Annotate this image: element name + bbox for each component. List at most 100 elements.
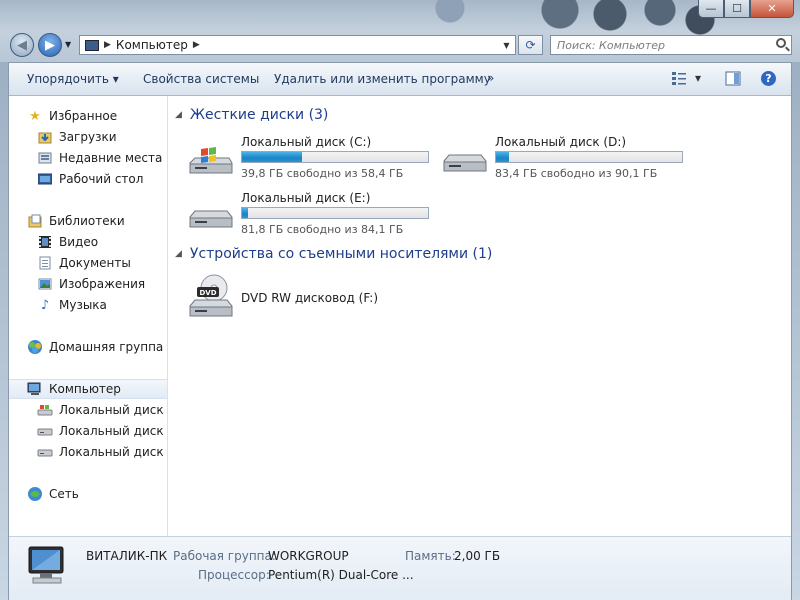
drive-c[interactable]: Локальный диск (C:) 39,8 ГБ свободно из …: [187, 135, 437, 185]
forward-button[interactable]: ▶: [38, 33, 62, 57]
drive-usage-bar: [495, 151, 683, 163]
sidebar-item-drive-c[interactable]: Локальный диск (C:): [37, 400, 167, 420]
sidebar-item-music[interactable]: ♪ Музыка: [37, 295, 107, 315]
desktop-icon: [37, 171, 53, 187]
sidebar-item-downloads[interactable]: Загрузки: [37, 127, 117, 147]
drive-e[interactable]: Локальный диск (E:) 81,8 ГБ свободно из …: [187, 191, 437, 241]
uninstall-program-button[interactable]: Удалить или изменить программу: [274, 72, 491, 86]
sidebar-item-recent-places[interactable]: Недавние места: [37, 148, 162, 168]
computer-name: ВИТАЛИК-ПК: [86, 549, 168, 563]
collapse-icon[interactable]: ◢: [175, 249, 182, 259]
drive-free-space: 83,4 ГБ свободно из 90,1 ГБ: [495, 167, 658, 180]
svg-text:DVD: DVD: [199, 289, 216, 297]
system-drive-icon: [37, 402, 53, 418]
hard-drive-icon: [189, 210, 233, 228]
drive-name: Локальный диск (C:): [241, 135, 372, 149]
help-button[interactable]: ?: [761, 71, 776, 86]
sidebar-item-label: Локальный диск (E:): [59, 445, 167, 459]
preview-pane-icon: [725, 71, 741, 86]
group-header-removable[interactable]: ◢ Устройства со съемными носителями (1): [175, 246, 492, 262]
content-frame: Упорядочить ▾ Свойства системы Удалить и…: [8, 62, 792, 600]
sidebar-item-drive-d[interactable]: Локальный диск (D:): [37, 421, 167, 441]
computer-icon: [85, 39, 99, 51]
recent-places-icon: [37, 150, 53, 166]
sidebar-item-label: Недавние места: [59, 151, 163, 165]
details-pane: ВИТАЛИК-ПК Рабочая группа: WORKGROUP Пам…: [9, 536, 791, 600]
sidebar-item-drive-e[interactable]: Локальный диск (E:): [37, 442, 167, 462]
hard-drive-icon: [443, 154, 487, 172]
preview-pane-button[interactable]: [725, 71, 741, 89]
more-commands-button[interactable]: »: [487, 71, 494, 85]
cpu-label: Процессор:: [198, 568, 270, 582]
sidebar-item-label: Видео: [59, 235, 99, 249]
dvd-drive-icon: DVD: [189, 274, 233, 317]
sidebar-item-homegroup[interactable]: Домашняя группа: [27, 337, 163, 357]
navigation-pane: ★ Избранное Загрузки Недавние места Рабо…: [9, 96, 168, 536]
help-icon: ?: [761, 71, 776, 86]
workgroup-label: Рабочая группа:: [173, 549, 276, 563]
drive-name: DVD RW дисковод (F:): [241, 291, 379, 305]
recent-pages-dropdown[interactable]: ▼: [65, 40, 71, 49]
computer-icon: [27, 381, 43, 397]
sidebar-item-label: Изображения: [59, 277, 146, 291]
sidebar-item-label: Рабочий стол: [59, 172, 144, 186]
search-icon[interactable]: [776, 38, 786, 48]
sidebar-item-label: Компьютер: [49, 382, 121, 396]
back-button[interactable]: ◀: [10, 33, 34, 57]
group-header-label: Устройства со съемными носителями (1): [189, 246, 493, 262]
search-input[interactable]: Поиск: Компьютер: [550, 35, 792, 55]
computer-icon: [28, 546, 64, 584]
sidebar-item-video[interactable]: Видео: [37, 232, 98, 252]
sidebar-item-libraries[interactable]: Библиотеки: [27, 211, 125, 231]
minimize-button[interactable]: —: [698, 0, 724, 18]
system-properties-button[interactable]: Свойства системы: [143, 72, 259, 86]
star-icon: ★: [29, 108, 41, 124]
group-header-label: Жесткие диски (3): [189, 107, 329, 123]
group-header-hard-disks[interactable]: ◢ Жесткие диски (3): [175, 107, 328, 123]
workgroup-value: WORKGROUP: [268, 549, 349, 563]
memory-value: 2,00 ГБ: [454, 549, 501, 563]
sidebar-item-computer[interactable]: Компьютер: [9, 379, 167, 399]
drive-free-space: 39,8 ГБ свободно из 58,4 ГБ: [241, 167, 404, 180]
breadcrumb-separator[interactable]: ▶: [193, 40, 200, 50]
sidebar-item-favorites[interactable]: ★ Избранное: [27, 106, 117, 126]
sidebar-item-network[interactable]: Сеть: [27, 484, 79, 504]
downloads-icon: [37, 129, 53, 145]
sidebar-item-label: Музыка: [59, 298, 107, 312]
hard-drive-icon: [37, 444, 53, 460]
sidebar-item-label: Локальный диск (D:): [59, 424, 167, 438]
change-view-button[interactable]: [671, 71, 687, 89]
view-options-dropdown[interactable]: ▾: [695, 71, 701, 85]
sidebar-item-label: Библиотеки: [49, 214, 125, 228]
system-drive-icon: [189, 147, 233, 174]
sidebar-item-label: Загрузки: [59, 130, 117, 144]
sidebar-item-label: Домашняя группа: [49, 340, 164, 354]
network-icon: [27, 486, 43, 502]
music-icon: ♪: [40, 297, 50, 313]
collapse-icon[interactable]: ◢: [175, 110, 182, 120]
drive-usage-bar: [241, 207, 429, 219]
sidebar-item-label: Документы: [59, 256, 131, 270]
video-icon: [37, 234, 53, 250]
drive-d[interactable]: Локальный диск (D:) 83,4 ГБ свободно из …: [441, 135, 691, 185]
close-button[interactable]: ✕: [750, 0, 794, 18]
refresh-button[interactable]: ⟳: [518, 35, 543, 55]
sidebar-item-label: Избранное: [49, 109, 118, 123]
drive-f-dvd[interactable]: DVD DVD RW дисковод (F:): [187, 274, 437, 324]
command-bar: Упорядочить ▾ Свойства системы Удалить и…: [9, 63, 791, 96]
drive-free-space: 81,8 ГБ свободно из 84,1 ГБ: [241, 223, 404, 236]
sidebar-item-desktop[interactable]: Рабочий стол: [37, 169, 143, 189]
address-dropdown-button[interactable]: ▼: [498, 36, 515, 54]
sidebar-item-label: Сеть: [49, 487, 79, 501]
breadcrumb-separator[interactable]: ▶: [104, 40, 111, 50]
maximize-button[interactable]: ☐: [724, 0, 750, 18]
address-bar[interactable]: ▶ Компьютер ▶ ▼: [79, 35, 516, 55]
organize-button[interactable]: Упорядочить ▾: [27, 72, 119, 86]
pictures-icon: [37, 276, 53, 292]
breadcrumb-computer[interactable]: Компьютер: [116, 38, 188, 52]
sidebar-item-pictures[interactable]: Изображения: [37, 274, 145, 294]
explorer-window: — ☐ ✕ ◀ ▶ ▼ ▶ Компьютер ▶ ▼ ⟳ Поиск: Ком…: [0, 0, 800, 600]
sidebar-item-documents[interactable]: Документы: [37, 253, 131, 273]
homegroup-icon: [27, 339, 43, 355]
search-placeholder: Поиск: Компьютер: [557, 38, 665, 52]
